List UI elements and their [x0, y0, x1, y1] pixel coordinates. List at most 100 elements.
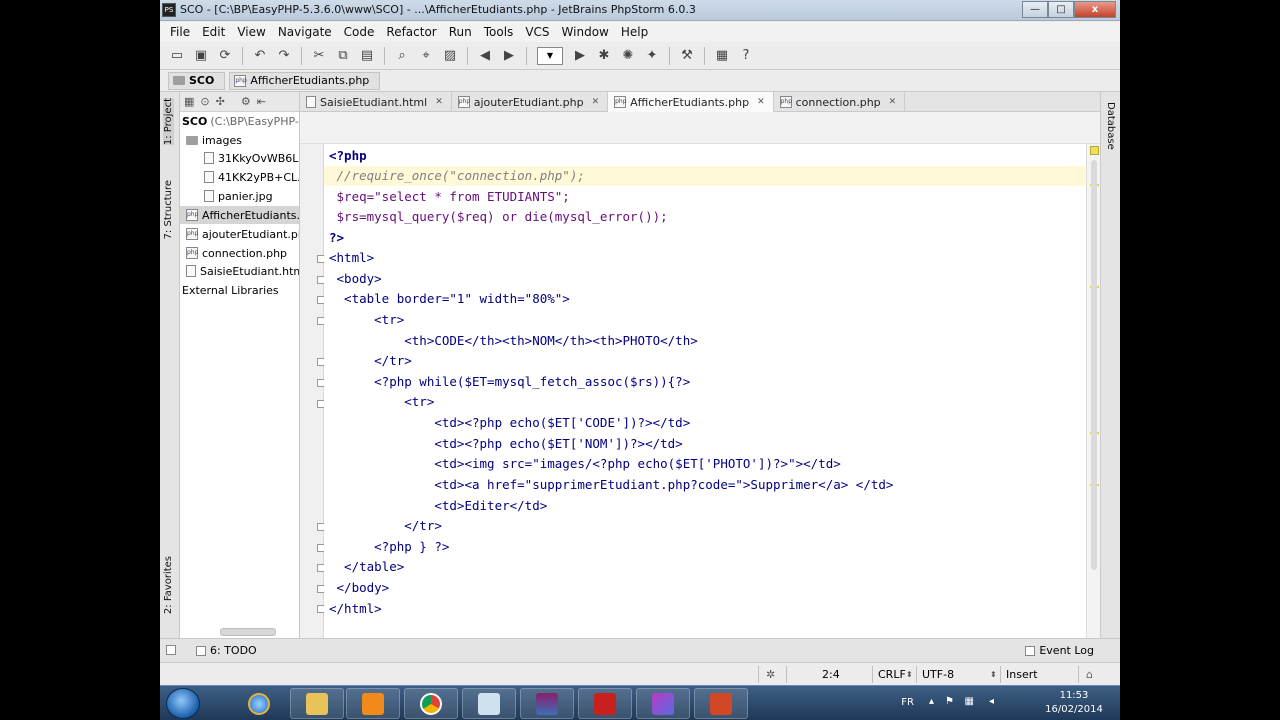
- ie-taskbar-icon[interactable]: [232, 688, 286, 719]
- file-encoding[interactable]: UTF-8: [922, 667, 954, 682]
- tree-root[interactable]: SCO (C:\BP\EasyPHP-5.: [182, 112, 299, 130]
- target-icon[interactable]: ⊙: [200, 95, 209, 108]
- maximize-button[interactable]: □: [1048, 1, 1074, 18]
- structure-icon[interactable]: ▦: [711, 45, 733, 67]
- debug-icon[interactable]: ✱: [593, 45, 615, 67]
- code-token: <body>: [329, 271, 382, 286]
- powerpoint-taskbar-icon[interactable]: [694, 688, 748, 719]
- start-button[interactable]: [166, 688, 200, 719]
- event-log-button[interactable]: Event Log: [1025, 644, 1094, 657]
- menu-navigate[interactable]: Navigate: [272, 25, 338, 39]
- tree-item-image-1[interactable]: 31KkyOvWB6L._: [204, 149, 299, 167]
- menu-bar: File Edit View Navigate Code Refactor Ru…: [160, 22, 1120, 42]
- sync-icon[interactable]: ⟳: [214, 45, 236, 67]
- save-icon[interactable]: ▣: [190, 45, 212, 67]
- breadcrumb-file[interactable]: php AfficherEtudiants.php: [229, 71, 381, 90]
- coverage-icon[interactable]: ✺: [617, 45, 639, 67]
- help-icon[interactable]: ?: [735, 45, 757, 67]
- close-button[interactable]: x: [1074, 1, 1116, 18]
- redo-icon[interactable]: ↷: [273, 45, 295, 67]
- menu-view[interactable]: View: [231, 25, 271, 39]
- close-tab-icon[interactable]: ✕: [889, 97, 897, 107]
- run-config-dropdown[interactable]: ▼: [537, 46, 563, 65]
- tree-item-connection[interactable]: php connection.php: [186, 244, 287, 262]
- code-editor[interactable]: <?php //require_once("connection.php"); …: [324, 144, 1086, 638]
- run-icon[interactable]: ▶: [569, 45, 591, 67]
- menu-edit[interactable]: Edit: [196, 25, 231, 39]
- back-icon[interactable]: ◀: [474, 45, 496, 67]
- menu-vcs[interactable]: VCS: [519, 25, 555, 39]
- tab-favorites-tool[interactable]: 2: Favorites: [163, 556, 174, 614]
- scroll-from-source-icon[interactable]: ✣: [216, 95, 225, 108]
- todo-tool-button[interactable]: 6: TODO: [196, 644, 257, 657]
- menu-run[interactable]: Run: [443, 25, 478, 39]
- tree-item-afficher-etudiants[interactable]: php AfficherEtudiants.ph: [180, 206, 299, 224]
- copy-icon[interactable]: ⧉: [332, 45, 354, 67]
- tree-external-libraries[interactable]: External Libraries: [182, 281, 279, 299]
- tab-structure-tool[interactable]: 7: Structure: [163, 180, 174, 239]
- forward-icon[interactable]: ▶: [498, 45, 520, 67]
- toggle-tool-windows-icon[interactable]: [166, 645, 176, 655]
- tab-database-tool[interactable]: Database: [1105, 102, 1116, 150]
- tab-connection[interactable]: php connection.php ✕: [774, 92, 906, 112]
- open-folder-icon[interactable]: ▭: [166, 45, 188, 67]
- replace-icon[interactable]: ⌖: [415, 45, 437, 67]
- show-hidden-icons-icon[interactable]: ▴: [929, 696, 934, 707]
- collapse-icon[interactable]: ▦: [184, 95, 194, 108]
- find-usages-icon[interactable]: ▨: [439, 45, 461, 67]
- menu-refactor[interactable]: Refactor: [380, 25, 442, 39]
- toolbar-separator: [669, 46, 670, 65]
- insert-mode[interactable]: Insert: [1006, 667, 1038, 682]
- editor-vertical-scrollbar[interactable]: [1091, 160, 1097, 570]
- profile-icon[interactable]: ✦: [641, 45, 663, 67]
- lock-icon[interactable]: ⌂: [1086, 667, 1093, 682]
- breadcrumb-project[interactable]: SCO: [168, 71, 226, 90]
- cut-icon[interactable]: ✂: [308, 45, 330, 67]
- acrobat-taskbar-icon[interactable]: [578, 688, 632, 719]
- phpstorm-app-icon[interactable]: PS: [162, 3, 176, 17]
- line-separator[interactable]: CRLF: [878, 667, 906, 682]
- close-tab-icon[interactable]: ✕: [757, 97, 765, 107]
- tab-afficher-etudiants[interactable]: php AfficherEtudiants.php ✕: [608, 92, 774, 112]
- tab-ajouter-etudiant[interactable]: php ajouterEtudiant.php ✕: [452, 92, 609, 112]
- chrome-taskbar-icon[interactable]: [404, 688, 458, 719]
- tree-item-ajouter-etudiant[interactable]: php ajouterEtudiant.php: [186, 225, 299, 243]
- undo-icon[interactable]: ↶: [249, 45, 271, 67]
- line-separator-dropdown-icon[interactable]: ⬍: [906, 667, 913, 682]
- project-horizontal-scrollbar[interactable]: [220, 628, 276, 636]
- clock-date[interactable]: 16/02/2014: [1044, 704, 1104, 715]
- phpstorm-taskbar-icon[interactable]: [636, 688, 690, 719]
- menu-window[interactable]: Window: [556, 25, 615, 39]
- encoding-dropdown-icon[interactable]: ⬍: [990, 667, 997, 682]
- find-icon[interactable]: ⌕: [391, 45, 413, 67]
- explorer-taskbar-icon[interactable]: [290, 688, 344, 719]
- notepad-taskbar-icon[interactable]: [462, 688, 516, 719]
- clock-time[interactable]: 11:53: [1044, 690, 1104, 701]
- media-player-taskbar-icon[interactable]: [346, 688, 400, 719]
- caret-position[interactable]: 2:4: [822, 667, 840, 682]
- network-icon[interactable]: ▦: [965, 696, 974, 707]
- inspection-status-icon[interactable]: [1090, 146, 1099, 155]
- close-tab-icon[interactable]: ✕: [592, 97, 600, 107]
- minimize-button[interactable]: —: [1022, 1, 1048, 18]
- menu-help[interactable]: Help: [615, 25, 654, 39]
- gear-icon[interactable]: ⚙: [241, 95, 251, 108]
- tree-item-saisie-etudiant[interactable]: SaisieEtudiant.html: [186, 262, 299, 280]
- hide-panel-icon[interactable]: ⇤: [257, 95, 266, 108]
- language-indicator[interactable]: FR: [901, 697, 914, 708]
- winrar-taskbar-icon[interactable]: [520, 688, 574, 719]
- menu-tools[interactable]: Tools: [478, 25, 520, 39]
- paste-icon[interactable]: ▤: [356, 45, 378, 67]
- settings-icon[interactable]: ⚒: [676, 45, 698, 67]
- menu-file[interactable]: File: [164, 25, 196, 39]
- tree-item-panier[interactable]: panier.jpg: [204, 187, 273, 205]
- menu-code[interactable]: Code: [338, 25, 381, 39]
- tree-item-image-2[interactable]: 41KK2yPB+CL._A: [204, 168, 299, 186]
- tab-project-tool[interactable]: 1: Project: [163, 98, 174, 146]
- background-tasks-icon[interactable]: ✲: [766, 667, 775, 682]
- tab-saisie-etudiant[interactable]: SaisieEtudiant.html ✕: [300, 92, 452, 112]
- volume-icon[interactable]: ◂: [989, 696, 994, 707]
- close-tab-icon[interactable]: ✕: [435, 97, 443, 107]
- tree-folder-images[interactable]: images: [186, 131, 242, 149]
- flag-icon[interactable]: ⚑: [945, 696, 954, 707]
